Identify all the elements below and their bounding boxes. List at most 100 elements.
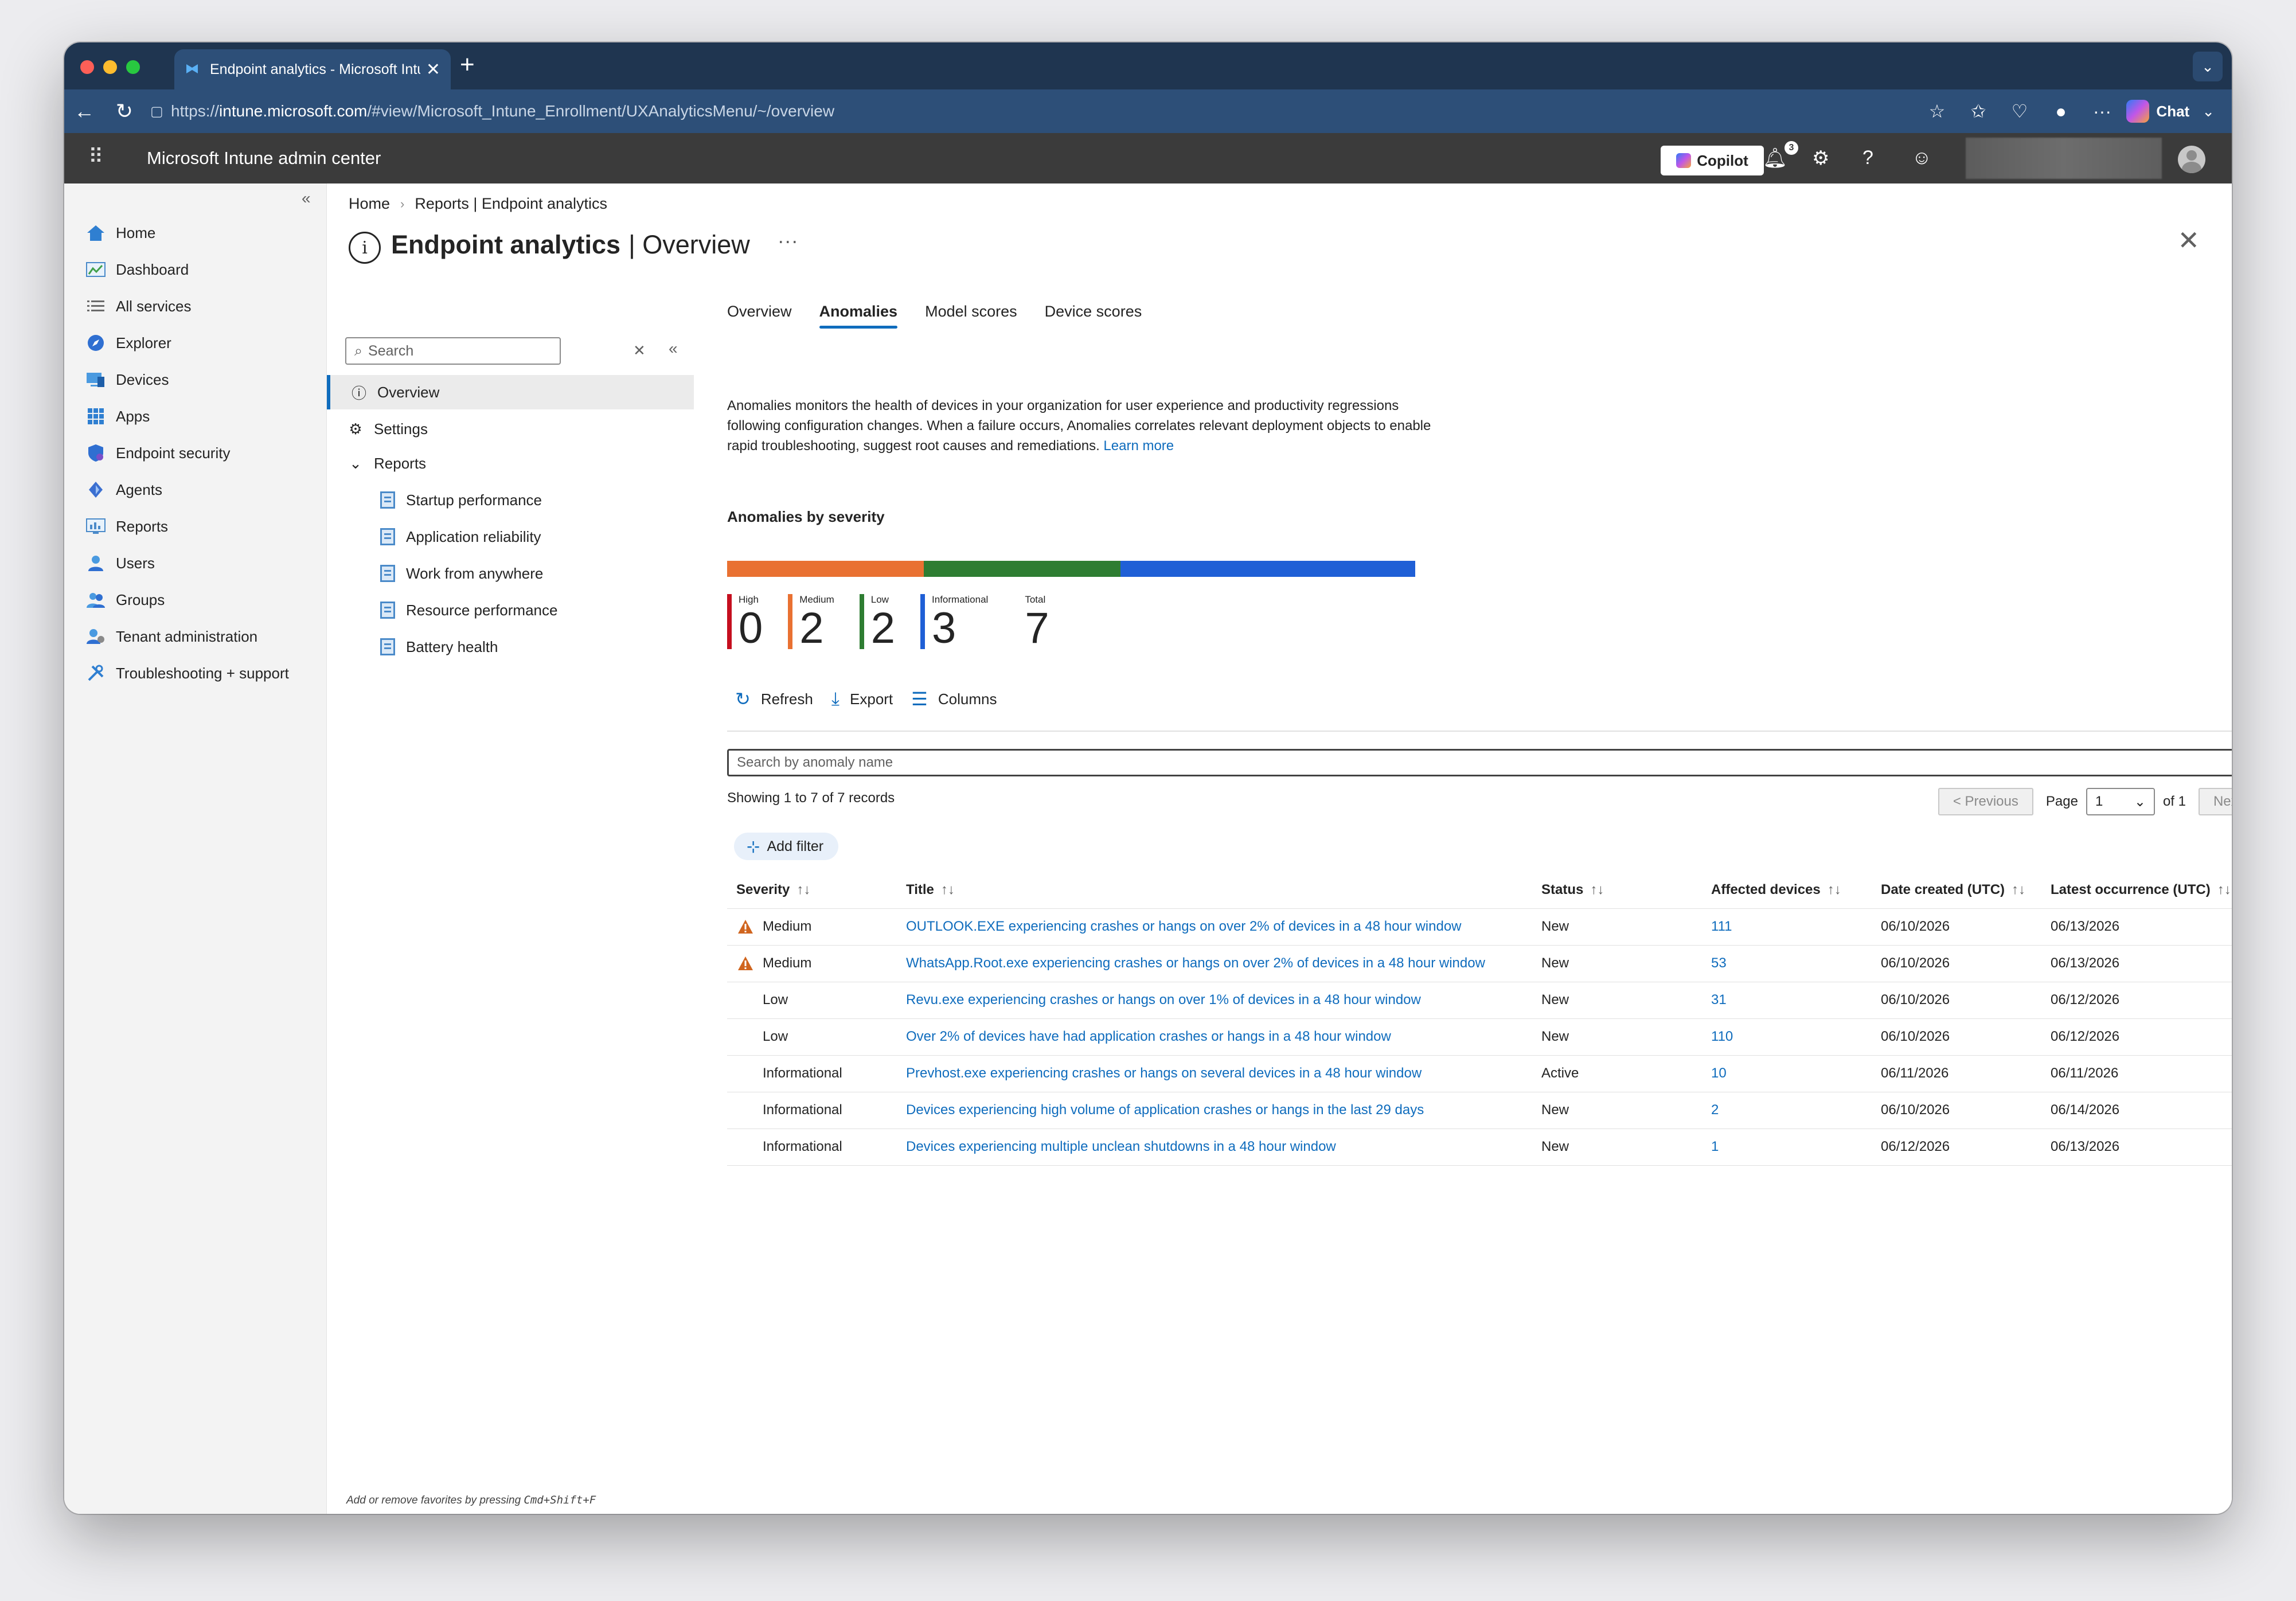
sort-icon[interactable]: ↑↓ (1828, 882, 1841, 897)
previous-page-button[interactable]: < Previous (1938, 788, 2033, 815)
column-header-title[interactable]: Title ↑↓ (897, 872, 1532, 908)
table-row[interactable]: Informational Devices experiencing multip… (727, 1128, 2232, 1166)
new-tab-button[interactable]: + (460, 50, 475, 79)
menu-item-settings[interactable]: ⚙ Settings (327, 412, 694, 446)
breadcrumb-home[interactable]: Home (349, 195, 390, 213)
nav-item-reports[interactable]: Reports (85, 510, 314, 542)
table-row[interactable]: Medium OUTLOOK.EXE experiencing crashes o… (727, 908, 2232, 945)
nav-item-troubleshooting-support[interactable]: Troubleshooting + support (85, 657, 314, 689)
back-icon[interactable]: ← (64, 99, 104, 123)
tab-list-chevron-icon[interactable]: ⌄ (2193, 52, 2223, 81)
nav-item-tenant-administration[interactable]: Tenant administration (85, 620, 314, 653)
tab-model-scores[interactable]: Model scores (925, 303, 1017, 326)
menu-item-battery-health[interactable]: Battery health (327, 630, 694, 664)
column-header-date-created-utc[interactable]: Date created (UTC) ↑↓ (1872, 872, 2041, 908)
column-header-severity[interactable]: Severity ↑↓ (727, 872, 897, 908)
nav-item-dashboard[interactable]: Dashboard (85, 253, 314, 286)
app-launcher-icon[interactable]: ⠿ (88, 145, 104, 169)
zoom-window-button[interactable] (126, 60, 140, 74)
affected-devices-link[interactable]: 31 (1711, 992, 1727, 1008)
nav-item-devices[interactable]: Devices (85, 364, 314, 396)
site-info-icon[interactable]: ▢ (150, 103, 171, 120)
table-row[interactable]: Low Over 2% of devices have had applicati… (727, 1018, 2232, 1055)
table-row[interactable]: Medium WhatsApp.Root.exe experiencing cra… (727, 944, 2232, 982)
collapse-menu-icon[interactable]: « (669, 339, 678, 358)
columns-button[interactable]: ☰ Columns (911, 688, 997, 710)
tab-overview[interactable]: Overview (727, 303, 792, 326)
anomaly-title-link[interactable]: Over 2% of devices have had application … (906, 1029, 1391, 1044)
avatar[interactable] (2178, 146, 2205, 173)
table-row[interactable]: Informational Devices experiencing high v… (727, 1091, 2232, 1128)
refresh-button[interactable]: ↻ Refresh (735, 688, 813, 710)
anomaly-title-link[interactable]: Prevhost.exe experiencing crashes or han… (906, 1065, 1422, 1081)
account-info-redacted[interactable] (1966, 138, 2162, 179)
help-icon[interactable]: ? (1862, 147, 1873, 169)
nav-item-users[interactable]: Users (85, 547, 314, 579)
export-button[interactable]: ⤓ Export (831, 688, 893, 710)
anomaly-search-input[interactable]: Search by anomaly name (727, 749, 2232, 776)
app-title[interactable]: Microsoft Intune admin center (147, 148, 381, 169)
nav-item-groups[interactable]: Groups (85, 584, 314, 616)
feedback-icon[interactable]: ☺ (1912, 147, 1932, 169)
menu-item-resource-performance[interactable]: Resource performance (327, 593, 694, 627)
notifications-icon[interactable]: 🔔︎ (1763, 147, 1787, 170)
affected-devices-link[interactable]: 2 (1711, 1102, 1719, 1118)
chat-button[interactable]: Chat ⌄ (2126, 97, 2215, 125)
menu-item-startup-performance[interactable]: Startup performance (327, 483, 694, 517)
nav-item-explorer[interactable]: Explorer (85, 327, 314, 359)
settings-gear-icon[interactable]: ⚙ (1812, 147, 1829, 170)
nav-item-all-services[interactable]: All services (85, 290, 314, 322)
column-header-status[interactable]: Status ↑↓ (1532, 872, 1702, 908)
copilot-button[interactable]: Copilot (1661, 146, 1764, 175)
favorites-icon[interactable]: ✩ (1958, 100, 1999, 122)
add-filter-button[interactable]: ⊹ Add filter (734, 833, 839, 860)
column-header-latest-occurrence-utc[interactable]: Latest occurrence (UTC) ↑↓ (2041, 872, 2232, 908)
collapse-nav-icon[interactable]: « (302, 189, 311, 208)
sort-icon[interactable]: ↑↓ (2012, 882, 2025, 897)
column-header-affected-devices[interactable]: Affected devices ↑↓ (1702, 872, 1872, 908)
anomaly-title-link[interactable]: Revu.exe experiencing crashes or hangs o… (906, 992, 1421, 1008)
clear-search-icon[interactable]: ✕ (633, 342, 646, 360)
reload-icon[interactable]: ↻ (104, 99, 145, 123)
sort-icon[interactable]: ↑↓ (941, 882, 955, 897)
nav-item-agents[interactable]: Agents (85, 474, 314, 506)
more-menu-icon[interactable]: ··· (2082, 101, 2123, 122)
affected-devices-link[interactable]: 1 (1711, 1139, 1719, 1154)
table-row[interactable]: Informational Prevhost.exe experiencing c… (727, 1055, 2232, 1092)
sort-icon[interactable]: ↑↓ (2217, 882, 2231, 897)
breadcrumb-current[interactable]: Reports | Endpoint analytics (415, 195, 607, 213)
tab-anomalies[interactable]: Anomalies (819, 303, 897, 329)
sort-icon[interactable]: ↑↓ (796, 882, 810, 897)
close-window-button[interactable] (80, 60, 94, 74)
tab-device-scores[interactable]: Device scores (1045, 303, 1142, 326)
url-input[interactable]: ▢ https://intune.microsoft.com/#view/Mic… (150, 94, 1916, 128)
affected-devices-link[interactable]: 10 (1711, 1065, 1727, 1081)
anomaly-title-link[interactable]: OUTLOOK.EXE experiencing crashes or hang… (906, 919, 1462, 934)
affected-devices-link[interactable]: 111 (1711, 919, 1732, 934)
nav-item-endpoint-security[interactable]: Endpoint security (85, 437, 314, 469)
anomalies-description: Anomalies monitors the health of devices… (727, 396, 1438, 456)
sort-icon[interactable]: ↑↓ (1590, 882, 1604, 897)
close-tab-icon[interactable]: ✕ (426, 60, 440, 80)
menu-item-application-reliability[interactable]: Application reliability (327, 520, 694, 554)
anomaly-title-link[interactable]: Devices experiencing multiple unclean sh… (906, 1139, 1336, 1154)
learn-more-link[interactable]: Learn more (1103, 438, 1174, 454)
browser-tab[interactable]: Endpoint analytics - Microsoft Intune ✕ (174, 49, 451, 89)
table-row[interactable]: Low Revu.exe experiencing crashes or hang… (727, 981, 2232, 1018)
menu-search-input[interactable]: ⌕ Search (345, 337, 561, 365)
menu-item-work-from-anywhere[interactable]: Work from anywhere (327, 556, 694, 591)
profile-extension-icon[interactable]: ● (2040, 101, 2082, 122)
affected-devices-link[interactable]: 53 (1711, 955, 1727, 971)
minimize-window-button[interactable] (103, 60, 117, 74)
next-page-button[interactable]: Next > (2198, 788, 2232, 815)
page-select[interactable]: 1 ⌄ (2086, 788, 2155, 815)
menu-group-reports[interactable]: ⌄ Reports (327, 446, 694, 481)
favorite-star-icon[interactable]: ☆ (1916, 100, 1958, 122)
anomaly-title-link[interactable]: Devices experiencing high volume of appl… (906, 1102, 1424, 1118)
nav-item-apps[interactable]: Apps (85, 400, 314, 432)
browser-essentials-icon[interactable]: ♡ (1999, 100, 2040, 122)
anomaly-title-link[interactable]: WhatsApp.Root.exe experiencing crashes o… (906, 955, 1485, 971)
affected-devices-link[interactable]: 110 (1711, 1029, 1733, 1044)
menu-item-overview[interactable]: ⓘ Overview (327, 375, 694, 409)
nav-item-home[interactable]: Home (85, 217, 314, 249)
